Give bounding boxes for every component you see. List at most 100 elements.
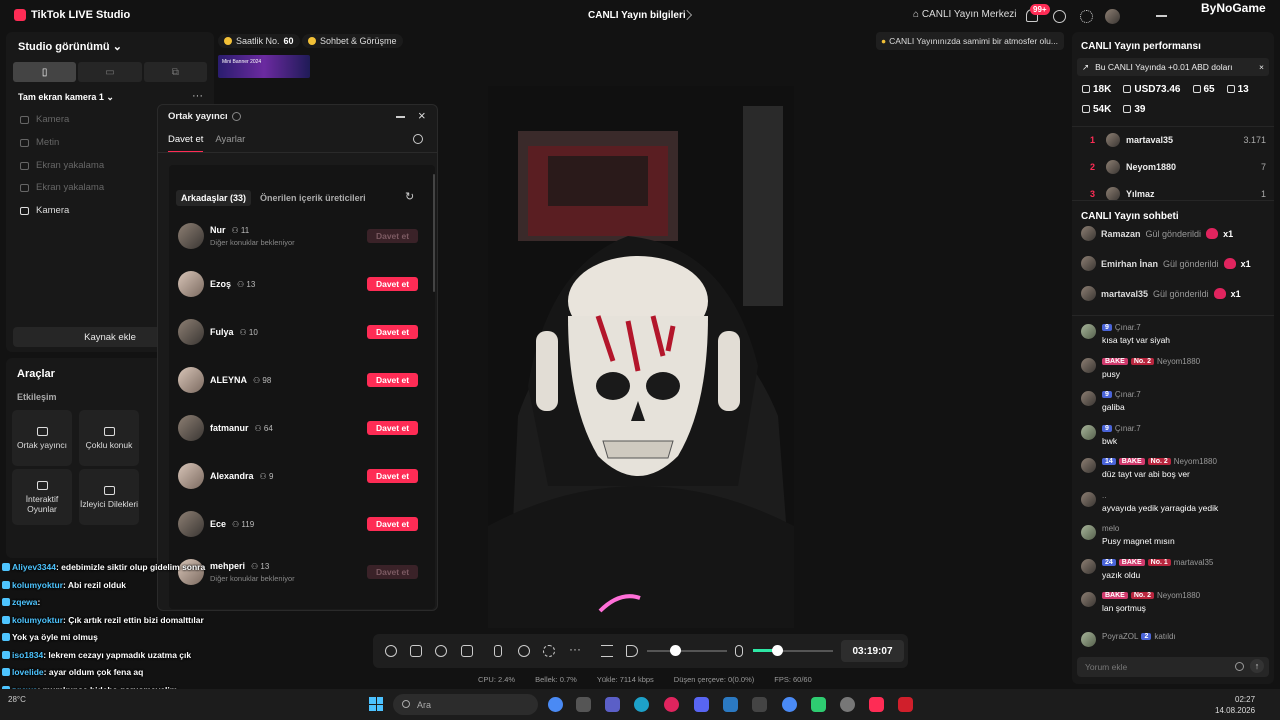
avatar <box>178 367 204 393</box>
ai-icon[interactable] <box>435 645 447 657</box>
chrome-icon[interactable] <box>548 697 563 712</box>
overlay-chat-user: Aliyev3344 <box>12 562 56 572</box>
tool-interactive-games[interactable]: İnteraktif Oyunlar <box>12 469 72 525</box>
record-icon[interactable] <box>518 645 530 657</box>
live-center-button[interactable]: ⌂ CANLI Yayın Merkezi <box>913 9 1017 20</box>
gifter-row[interactable]: 1 martaval35 3.171 <box>1090 133 1266 147</box>
edge-icon[interactable] <box>634 697 649 712</box>
mail-icon[interactable] <box>723 697 738 712</box>
invite-button[interactable]: Davet et <box>367 421 418 435</box>
volume-slider[interactable] <box>647 650 727 652</box>
portrait-mode-button[interactable]: ▯ <box>13 62 77 82</box>
file-explorer-icon[interactable] <box>576 697 591 712</box>
lock-layout-button[interactable]: ⧉ <box>143 62 207 82</box>
taskbar-search[interactable]: Ara <box>393 694 538 715</box>
search-icon[interactable] <box>413 134 423 144</box>
send-icon[interactable]: ↑ <box>1250 659 1264 673</box>
invite-button[interactable]: Davet et <box>367 229 418 243</box>
help-icon[interactable] <box>1053 10 1066 23</box>
chat-meet-pill[interactable]: Sohbet & Görüşme <box>302 34 403 48</box>
segment-friends[interactable]: Arkadaşlar (33) <box>176 190 252 206</box>
invite-button[interactable]: Davet et <box>367 469 418 483</box>
gifts-metric: 39 <box>1123 104 1145 115</box>
message-user[interactable]: Çınar.7 <box>1115 323 1141 332</box>
profile-avatar[interactable] <box>1105 9 1120 24</box>
volume-knob[interactable] <box>670 645 681 656</box>
tab-invite[interactable]: Davet et <box>168 134 204 153</box>
orientation-switch[interactable]: ▯ ▭ ⧉ <box>13 62 207 82</box>
mini-banner[interactable]: Mini Banner 2024 <box>218 55 310 78</box>
message-user[interactable]: Çınar.7 <box>1115 390 1141 399</box>
microphone-icon[interactable] <box>735 645 743 657</box>
refresh-icon[interactable]: ↻ <box>405 190 414 203</box>
info-icon[interactable] <box>231 112 241 121</box>
message-user[interactable]: Çınar.7 <box>1115 424 1141 433</box>
source-item[interactable]: Ekran yakalama <box>20 182 104 193</box>
message-user[interactable]: Neyom1880 <box>1157 357 1200 366</box>
chat-message: 9 Çınar.7 bwk <box>1081 424 1269 452</box>
source-item[interactable]: Kamera <box>20 205 69 216</box>
usd-metric: USD73.46 <box>1123 84 1181 95</box>
message-user[interactable]: melo <box>1102 524 1119 533</box>
tool-viewer-wishes[interactable]: İzleyici Dilekleri <box>79 469 139 525</box>
teams-icon[interactable] <box>605 697 620 712</box>
enhance-icon[interactable] <box>410 645 422 657</box>
effects-icon[interactable] <box>385 645 397 657</box>
segment-suggested[interactable]: Önerilen içerik üreticileri <box>255 190 371 206</box>
invite-button[interactable]: Davet et <box>367 277 418 291</box>
gift-count: x1 <box>1230 288 1241 299</box>
windows-start-icon[interactable] <box>369 697 383 711</box>
phone-icon[interactable] <box>494 645 502 657</box>
tool-multi-guest[interactable]: Çoklu konuk <box>79 410 139 466</box>
close-icon[interactable]: × <box>1259 62 1264 72</box>
studio-view-title[interactable]: Studio görünümü ⌄ <box>18 40 122 53</box>
invite-button[interactable]: Davet et <box>367 517 418 531</box>
performance-title: CANLI Yayın performansı <box>1081 41 1201 52</box>
scene-selector[interactable]: Tam ekran kamera 1 ⌄ <box>18 92 114 103</box>
tip-banner[interactable]: ● CANLI Yayınınızda samimi bir atmosfer o… <box>876 32 1064 50</box>
app-icon[interactable] <box>898 697 913 712</box>
weather-widget[interactable]: 28°C <box>8 695 26 704</box>
invite-button[interactable]: Davet et <box>367 373 418 387</box>
opera-icon[interactable] <box>664 697 679 712</box>
live-info-title[interactable]: CANLI Yayın bilgileri <box>588 10 686 21</box>
settings-gear-icon[interactable] <box>1080 10 1093 23</box>
tool-cohost[interactable]: Ortak yayıncı <box>12 410 72 466</box>
minimize-icon[interactable] <box>1156 15 1167 17</box>
app-icon[interactable] <box>840 697 855 712</box>
message-user[interactable]: Neyom1880 <box>1157 591 1200 600</box>
gifter-row[interactable]: 3 Yılmaz 1 <box>1090 187 1266 201</box>
source-item[interactable]: Metin <box>20 137 59 148</box>
emoji-icon[interactable] <box>1235 662 1244 671</box>
earning-banner[interactable]: ↗ Bu CANLI Yayında +0.01 ABD doları × <box>1077 58 1269 76</box>
mic-knob[interactable] <box>772 645 783 656</box>
gifter-row[interactable]: 2 Neyom1880 7 <box>1090 160 1266 174</box>
message-user[interactable]: Neyom1880 <box>1174 457 1217 466</box>
discord-icon[interactable] <box>694 697 709 712</box>
invite-button[interactable]: Davet et <box>367 565 418 579</box>
chrome-icon[interactable] <box>782 697 797 712</box>
more-icon[interactable]: ··· <box>569 642 581 656</box>
more-options-icon[interactable]: ··· <box>192 90 203 102</box>
follower-count: ⚇ 119 <box>232 520 254 529</box>
app-icon[interactable] <box>811 697 826 712</box>
layout-icon[interactable] <box>461 645 473 657</box>
users-icon <box>103 426 115 436</box>
source-item[interactable]: Kamera <box>20 114 69 125</box>
system-clock[interactable]: 02:27 14.08.2026 <box>1215 694 1255 716</box>
invite-button[interactable]: Davet et <box>367 325 418 339</box>
tab-settings[interactable]: Ayarlar <box>215 134 245 153</box>
message-user[interactable]: martaval35 <box>1174 558 1214 567</box>
hourly-rank-pill[interactable]: Saatlik No. 60 <box>218 34 300 48</box>
tiktok-studio-icon[interactable] <box>869 697 884 712</box>
message-user[interactable]: .. <box>1102 491 1106 500</box>
close-icon[interactable]: × <box>418 108 426 123</box>
scrollbar[interactable] <box>433 174 435 292</box>
camera-settings-icon[interactable] <box>543 645 555 657</box>
landscape-mode-button[interactable]: ▭ <box>78 62 142 82</box>
minimize-icon[interactable] <box>396 116 405 118</box>
speaker-icon[interactable] <box>626 645 638 657</box>
source-item[interactable]: Ekran yakalama <box>20 160 104 171</box>
app-icon[interactable] <box>752 697 767 712</box>
mixer-icon[interactable] <box>601 645 613 657</box>
